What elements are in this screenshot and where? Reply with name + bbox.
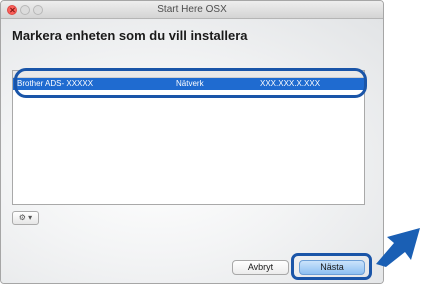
title-bar: Start Here OSX bbox=[1, 1, 383, 19]
installer-window: Start Here OSX Markera enheten som du vi… bbox=[0, 0, 384, 284]
window-content: Markera enheten som du vill installera B… bbox=[1, 19, 383, 283]
next-button-highlight bbox=[291, 253, 372, 280]
gear-icon: ⚙ ▾ bbox=[18, 213, 33, 222]
selected-row-highlight bbox=[14, 68, 367, 98]
cancel-button[interactable]: Avbryt bbox=[232, 260, 289, 275]
pointer-arrow-icon bbox=[376, 228, 420, 267]
gear-menu-button[interactable]: ⚙ ▾ bbox=[12, 211, 39, 225]
window-title: Start Here OSX bbox=[157, 4, 227, 15]
page-title: Markera enheten som du vill installera bbox=[12, 28, 248, 43]
